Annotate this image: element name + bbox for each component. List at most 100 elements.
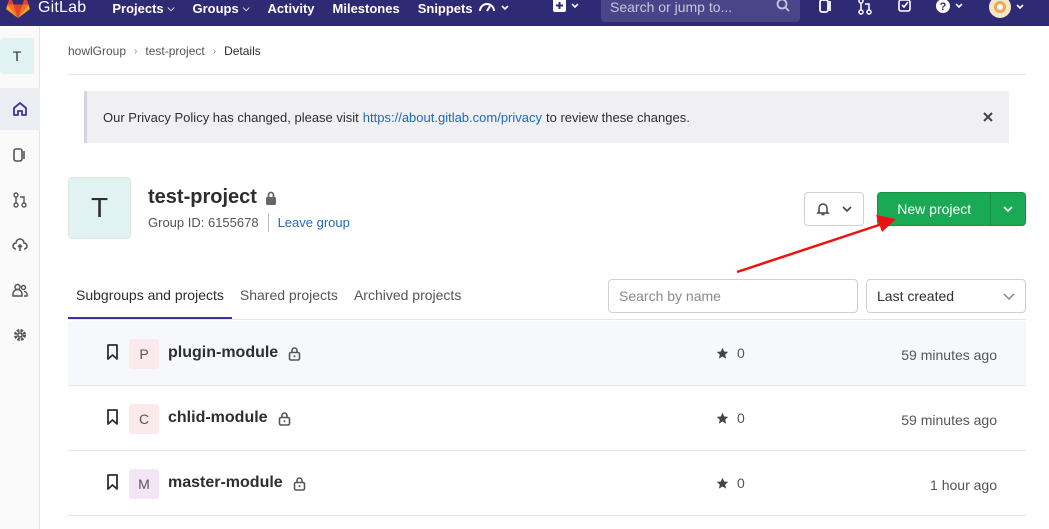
project-name: plugin-module: [168, 344, 279, 361]
user-avatar-icon: [989, 0, 1024, 18]
new-dropdown[interactable]: [552, 0, 586, 21]
sort-value: Last created: [877, 288, 955, 304]
sidebar-item-settings[interactable]: [0, 314, 40, 356]
star-count: 0: [716, 345, 745, 361]
project-name-link[interactable]: chlid-module: [168, 409, 291, 427]
plus-square-icon: [553, 0, 579, 12]
nav-snippets[interactable]: Snippets: [418, 1, 473, 16]
star-count: 0: [716, 475, 745, 491]
group-id: Group ID: 6155678: [148, 215, 259, 230]
left-sidebar: T: [0, 26, 40, 529]
sort-dropdown[interactable]: Last created: [866, 279, 1026, 313]
issues-icon: [819, 0, 831, 13]
project-name-link[interactable]: plugin-module: [168, 344, 301, 362]
breadcrumb-item-subgroup[interactable]: test-project: [145, 44, 204, 58]
sidebar-group-avatar[interactable]: T: [0, 38, 34, 74]
filter-by-name-input[interactable]: Search by name: [608, 279, 858, 313]
brand-name[interactable]: GitLab: [38, 0, 86, 17]
project-name-link[interactable]: master-module: [168, 474, 306, 492]
merge-request-icon: [13, 192, 27, 208]
sidebar-item-issues[interactable]: [0, 134, 40, 176]
gitlab-tanuki-icon: [6, 0, 30, 18]
gitlab-logo[interactable]: GitLab: [6, 0, 86, 19]
updated-time: 1 hour ago: [930, 477, 997, 493]
nav-activity-label: Activity: [267, 0, 315, 16]
group-meta: Group ID: 6155678 Leave group: [148, 213, 350, 232]
breadcrumb-item-current[interactable]: Details: [224, 44, 261, 58]
bookmark-icon: [107, 409, 118, 425]
star-icon: [716, 412, 729, 424]
nav-groups-label: Groups: [192, 0, 239, 16]
close-icon[interactable]: [982, 111, 994, 123]
alert-text-after: to review these changes.: [546, 109, 690, 125]
nav-milestones-label: Milestones: [332, 0, 400, 16]
new-project-dropdown-toggle[interactable]: [990, 193, 1025, 225]
alert-text-before: Our Privacy Policy has changed, please v…: [103, 109, 359, 125]
help-dropdown[interactable]: ?: [935, 0, 969, 21]
tab-subgroups-and-projects[interactable]: Subgroups and projects: [68, 270, 232, 319]
nav-merge-requests[interactable]: [857, 0, 873, 19]
lock-icon: [278, 411, 290, 426]
table-row[interactable]: P plugin-module 0 59 minutes ago: [68, 321, 1026, 386]
new-project-button[interactable]: New project: [878, 193, 990, 225]
group-tabs: Subgroups and projects Shared projects A…: [68, 270, 469, 320]
star-count: 0: [716, 410, 745, 426]
chevron-down-icon: [1003, 206, 1013, 213]
nav-projects-label: Projects: [112, 0, 164, 16]
updated-time: 59 minutes ago: [901, 412, 997, 428]
merge-request-icon: [858, 0, 872, 15]
sidebar-avatar-letter: T: [12, 48, 22, 64]
project-avatar[interactable]: M: [129, 469, 159, 499]
chevron-down-icon: [1003, 293, 1015, 301]
issues-icon: [13, 148, 25, 162]
tab-shared-projects[interactable]: Shared projects: [232, 270, 346, 319]
table-row[interactable]: C chlid-module 0 59 minutes ago: [68, 386, 1026, 451]
users-icon: [12, 283, 28, 297]
bookmark-icon: [107, 474, 118, 490]
project-avatar-letter: M: [138, 476, 150, 492]
sidebar-item-merge-requests[interactable]: [0, 179, 40, 221]
chevron-down-icon: [842, 206, 852, 213]
star-icon: [716, 477, 729, 489]
chevron-down-icon: ⌵: [167, 2, 175, 13]
user-menu[interactable]: [988, 0, 1028, 23]
project-avatar[interactable]: P: [129, 339, 159, 369]
nav-projects[interactable]: Projects ⌵: [112, 1, 174, 16]
tab-archived-projects[interactable]: Archived projects: [346, 270, 469, 319]
home-icon: [13, 102, 27, 116]
new-project-button-group: New project: [877, 192, 1026, 226]
star-count-value: 0: [737, 410, 745, 426]
sidebar-item-overview[interactable]: [0, 88, 40, 130]
bell-icon: [816, 203, 830, 216]
sidebar-item-kubernetes[interactable]: [0, 224, 40, 266]
sidebar-item-members[interactable]: [0, 269, 40, 311]
chevron-down-icon: ⌵: [242, 2, 250, 13]
breadcrumb: howlGroup › test-project › Details: [68, 44, 261, 58]
table-row[interactable]: M master-module 0 1 hour ago: [68, 451, 1026, 516]
breadcrumb-item-group[interactable]: howlGroup: [68, 44, 126, 58]
project-avatar[interactable]: C: [129, 404, 159, 434]
todo-check-icon: [898, 0, 911, 12]
star-count-value: 0: [737, 475, 745, 491]
page-title: test-project: [148, 186, 277, 209]
star-icon: [716, 347, 729, 359]
svg-text:?: ?: [940, 1, 947, 13]
top-navbar: GitLab Projects ⌵ Groups ⌵ Activity Milest…: [0, 0, 1049, 26]
notification-settings-button[interactable]: [804, 192, 864, 226]
dashboard-gauge-icon: [479, 3, 509, 12]
lock-icon: [293, 476, 306, 491]
leave-group-link[interactable]: Leave group: [278, 215, 350, 230]
global-search-input[interactable]: Search or jump to...: [601, 0, 800, 22]
privacy-policy-link[interactable]: https://about.gitlab.com/privacy: [363, 110, 542, 125]
nav-activity[interactable]: Activity: [268, 1, 315, 16]
search-placeholder: Search or jump to...: [610, 0, 733, 15]
performance-bar-toggle[interactable]: [478, 0, 512, 21]
project-avatar-letter: C: [138, 411, 150, 427]
nav-groups[interactable]: Groups ⌵: [192, 1, 249, 16]
nav-todos[interactable]: [897, 0, 913, 19]
nav-milestones[interactable]: Milestones: [333, 1, 400, 16]
group-avatar: T: [68, 177, 131, 239]
chevron-right-icon: ›: [212, 45, 217, 57]
nav-issues[interactable]: [818, 0, 834, 19]
cloud-upload-icon: [12, 238, 28, 251]
